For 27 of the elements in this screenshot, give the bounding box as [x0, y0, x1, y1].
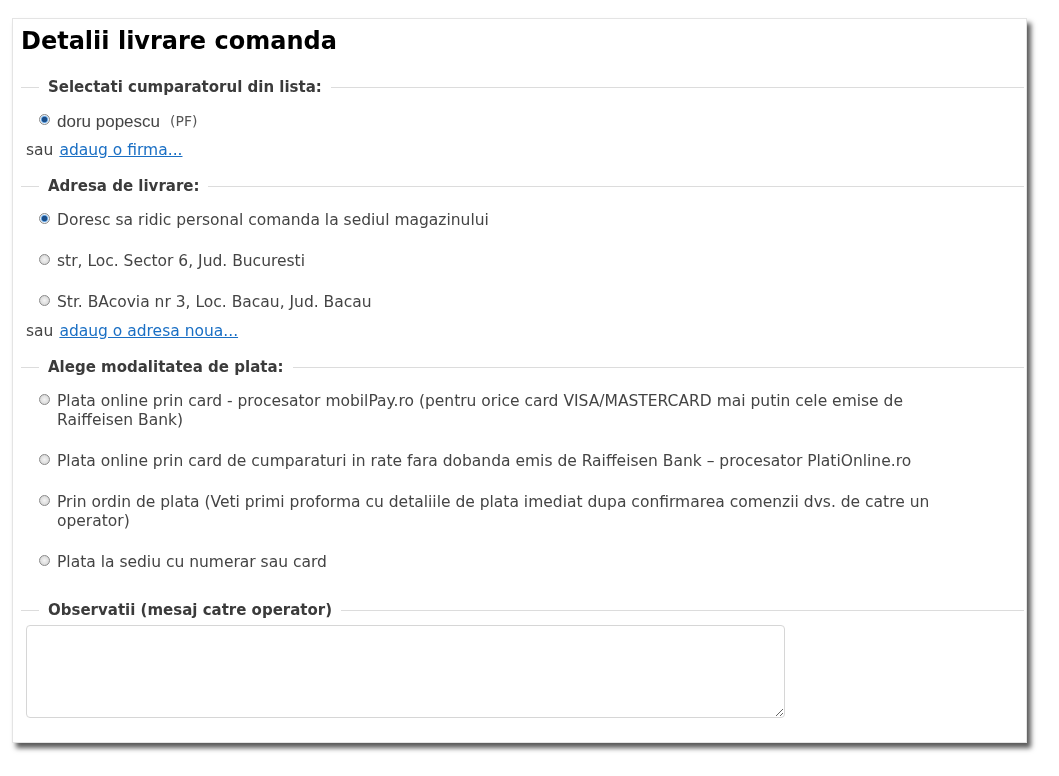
or-text: sau: [26, 322, 54, 340]
section-legend: Selectati cumparatorul din lista:: [39, 78, 331, 96]
section-legend: Alege modalitatea de plata:: [39, 358, 293, 376]
radio-button[interactable]: [39, 254, 50, 265]
buyer-name: doru popescu: [57, 112, 161, 131]
option-label: Doresc sa ridic personal comanda la sediul magazinului: [57, 211, 489, 230]
option-label: Plata la sediu cu numerar sau card: [57, 553, 327, 572]
page-title: Detalii livrare comanda: [21, 26, 338, 57]
radio-button[interactable]: [39, 114, 50, 125]
option-label: str, Loc. Sector 6, Jud. Bucuresti: [57, 252, 305, 271]
option-label: Plata online prin card - procesator mobilPay.ro (pentru orice card VISA/MASTERCARD mai putin cele emise de Raiffeisen Bank): [57, 392, 904, 430]
or-text: sau: [26, 141, 54, 159]
add-link[interactable]: adaug o adresa noua...: [59, 322, 239, 340]
add-link[interactable]: adaug o firma...: [59, 141, 183, 159]
option-label: Prin ordin de plata (Veti primi proforma cu detaliile de plata imediat dupa confirmarea comenzii dvs. de catre un operator): [57, 493, 931, 531]
radio-button[interactable]: [39, 295, 50, 306]
option-label: Plata online prin card de cumparaturi in rate fara dobanda emis de Raiffeisen Bank – procesator PlatiOnline.ro: [57, 452, 912, 471]
section-legend: Adresa de livrare:: [39, 177, 209, 195]
option-label: Str. BAcovia nr 3, Loc. Bacau, Jud. Bacau: [57, 293, 372, 312]
radio-button[interactable]: [39, 495, 50, 506]
radio-button[interactable]: [39, 213, 50, 224]
radio-button[interactable]: [39, 454, 50, 465]
radio-button[interactable]: [39, 555, 50, 566]
buyer-type: (PF): [170, 112, 198, 131]
section-legend: Observatii (mesaj catre operator): [39, 601, 342, 619]
notes-field[interactable]: [26, 625, 785, 718]
radio-button[interactable]: [39, 394, 50, 405]
